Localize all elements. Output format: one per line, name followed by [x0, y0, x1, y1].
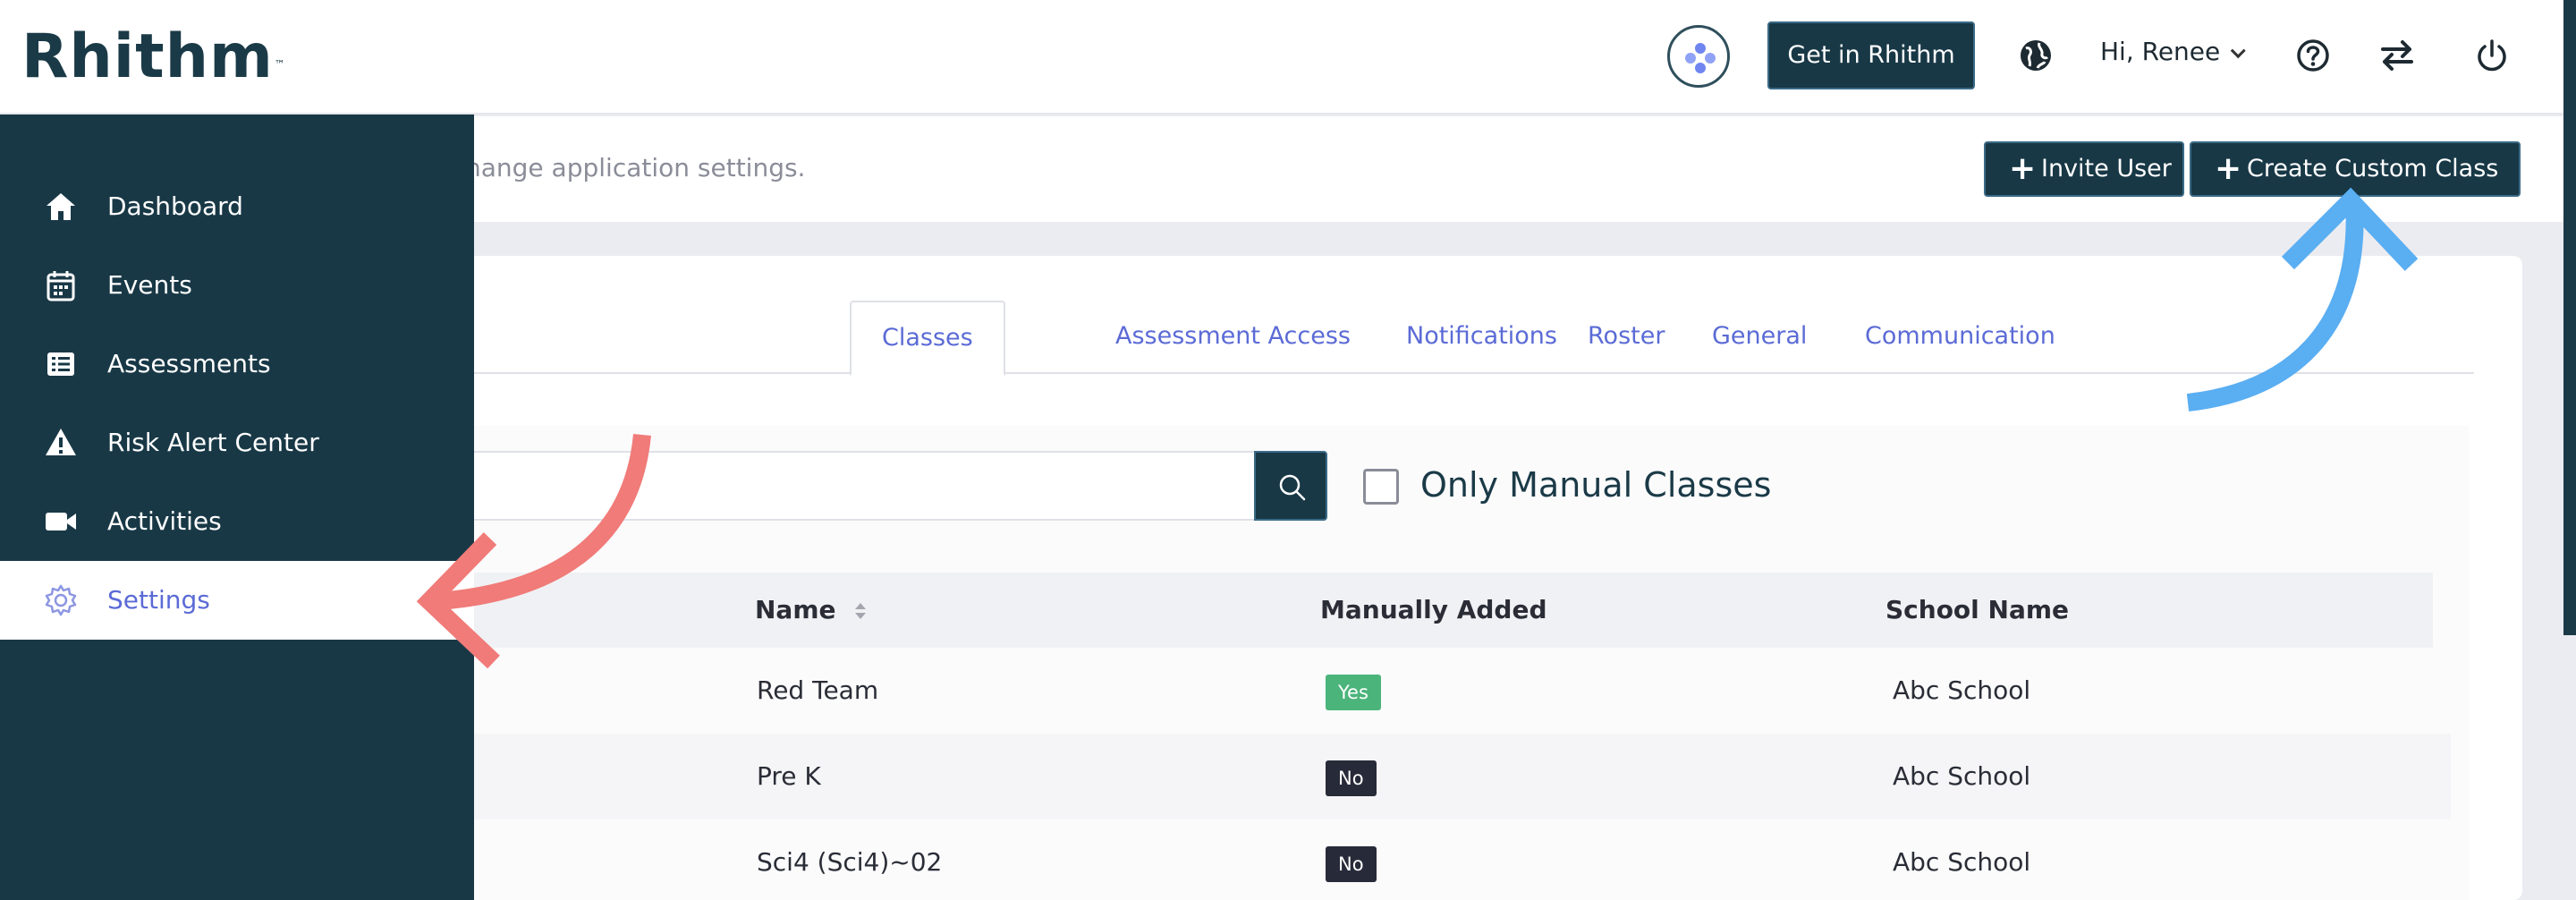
sidebar-item-label: Events [107, 270, 192, 300]
table-row[interactable]: Red Team Yes Abc School [376, 648, 2451, 734]
sidebar-item-activities[interactable]: Activities [0, 482, 474, 561]
invite-user-button[interactable]: + Invite User [1984, 141, 2184, 197]
only-manual-classes-label: Only Manual Classes [1420, 465, 1772, 505]
sidebar-item-settings[interactable]: Settings [0, 561, 474, 640]
table-row[interactable]: Pre K No Abc School [376, 734, 2451, 819]
create-custom-class-label: Create Custom Class [2247, 155, 2499, 183]
tab-classes[interactable]: Classes [850, 301, 1005, 376]
sidebar-item-risk-alert-center[interactable]: Risk Alert Center [0, 403, 474, 482]
navigation-sidebar: Dashboard Events Assessments Risk Alert Cen… [0, 115, 474, 900]
search-icon [1279, 474, 1306, 501]
sidebar-item-dashboard[interactable]: Dashboard [0, 167, 474, 246]
sidebar-item-label: Dashboard [107, 191, 243, 221]
invite-user-label: Invite User [2041, 155, 2172, 183]
column-school-name: School Name [1885, 595, 2070, 624]
settings-card: Classes Assessment Access Notifications … [376, 256, 2522, 900]
manual-no-badge: No [1326, 760, 1377, 796]
column-manually-added: Manually Added [1320, 595, 1547, 624]
tab-assessment-access[interactable]: Assessment Access [1115, 301, 1351, 374]
table-row[interactable]: Sci4 (Sci4)~02 No Abc School [376, 819, 2451, 900]
sidebar-item-label: Activities [107, 506, 222, 536]
power-icon[interactable] [2474, 38, 2510, 73]
plus-icon: + [2215, 150, 2242, 187]
top-header: Rhithm ™ Get in Rhithm Hi, Renee [0, 0, 2576, 115]
class-name-cell: Pre K [757, 761, 821, 791]
scrollbar[interactable] [2563, 0, 2576, 635]
chevron-down-icon [2231, 43, 2246, 59]
sidebar-item-label: Assessments [107, 349, 271, 378]
column-name-label: Name [755, 595, 836, 624]
column-name[interactable]: Name [755, 594, 868, 626]
tab-notifications[interactable]: Notifications [1406, 301, 1557, 374]
user-menu[interactable]: Hi, Renee [2100, 34, 2246, 70]
manual-no-badge: No [1326, 846, 1377, 882]
help-icon[interactable] [2295, 38, 2331, 73]
list-icon [47, 352, 74, 376]
ai-assistant-button[interactable] [1667, 25, 1730, 88]
sparkle-icon [1685, 43, 1716, 73]
switch-arrows-icon[interactable] [2379, 39, 2415, 72]
school-name-cell: Abc School [1893, 675, 2031, 705]
tab-communication[interactable]: Communication [1865, 301, 2055, 374]
only-manual-classes-checkbox[interactable] [1363, 469, 1399, 505]
table-header: Name Manually Added School Name [376, 573, 2433, 648]
video-icon [46, 513, 76, 531]
globe-icon[interactable] [2018, 38, 2054, 73]
rhithm-logo[interactable]: Rhithm ™ [21, 21, 285, 92]
warning-icon [46, 429, 76, 455]
sidebar-item-label: Risk Alert Center [107, 428, 319, 457]
manual-yes-badge: Yes [1326, 675, 1381, 710]
gear-icon [45, 584, 77, 616]
logo-trademark: ™ [274, 58, 286, 71]
sort-icon [855, 603, 867, 619]
calendar-icon [47, 271, 75, 301]
sidebar-item-label: Settings [107, 585, 210, 615]
class-search-input[interactable] [376, 451, 1256, 521]
search-button[interactable] [1254, 451, 1327, 521]
tab-general[interactable]: General [1712, 301, 1807, 374]
class-name-cell: Red Team [757, 675, 879, 705]
classes-panel: Only Manual Classes Name Manually Added … [376, 426, 2469, 900]
home-icon [47, 193, 75, 220]
settings-tabs: Classes Assessment Access Notifications … [474, 301, 2474, 376]
school-name-cell: Abc School [1893, 847, 2031, 877]
create-custom-class-button[interactable]: + Create Custom Class [2190, 141, 2521, 197]
sidebar-item-assessments[interactable]: Assessments [0, 325, 474, 403]
class-name-cell: Sci4 (Sci4)~02 [757, 847, 943, 877]
tab-roster[interactable]: Roster [1588, 301, 1665, 374]
page-subtitle: hange application settings. [465, 153, 806, 183]
plus-icon: + [2009, 150, 2037, 187]
logo-text: Rhithm [21, 21, 274, 92]
sidebar-item-events[interactable]: Events [0, 246, 474, 325]
greeting-text: Hi, Renee [2100, 37, 2221, 66]
school-name-cell: Abc School [1893, 761, 2031, 791]
get-in-rhithm-button[interactable]: Get in Rhithm [1767, 21, 1975, 89]
